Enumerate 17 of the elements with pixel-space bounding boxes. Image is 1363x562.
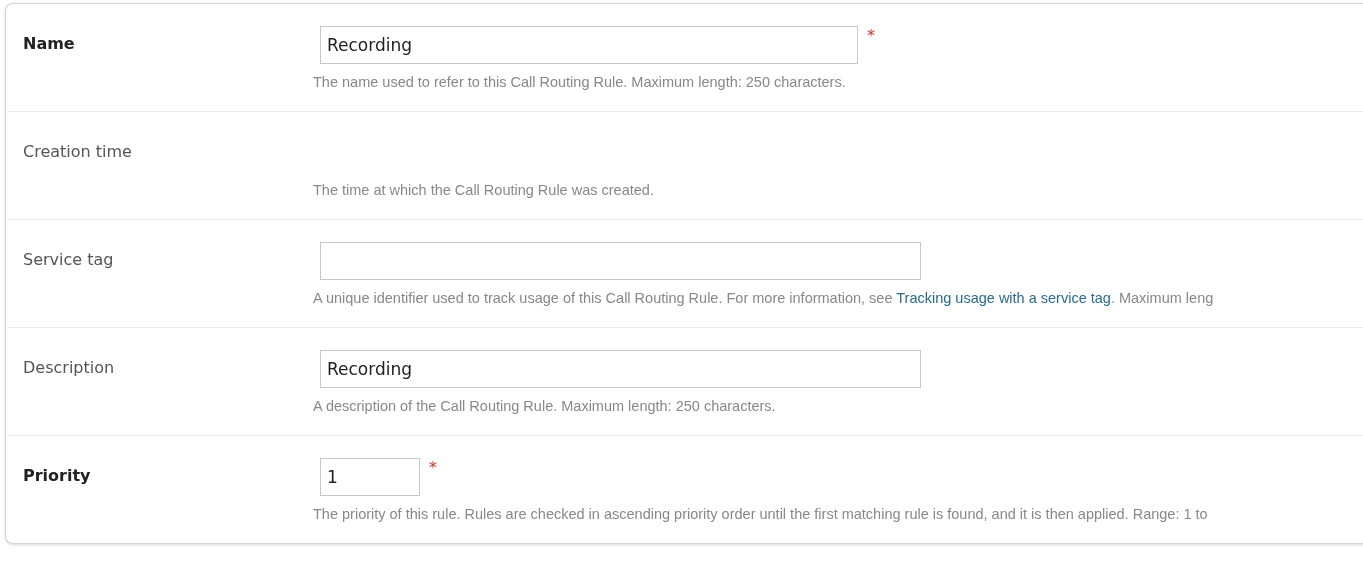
help-text: The time at which the Call Routing Rule was created.: [313, 182, 654, 198]
field-label: Creation time: [22, 141, 133, 163]
field-label: Priority: [22, 465, 92, 487]
help-text: A description of the Call Routing Rule. Maximum length: 250 characters.: [313, 398, 777, 414]
text-field[interactable]: Recording: [320, 26, 858, 64]
help-link[interactable]: Tracking usage with a service tag: [896, 290, 1111, 306]
help-text: A unique identifier used to track usage of this Call Routing Rule. For more information, see Tracking usage with a service tag. Maximum leng: [313, 290, 1214, 306]
field-label: Service tag: [22, 249, 115, 271]
field-label: Name: [22, 33, 76, 55]
required-marker: *: [429, 458, 437, 477]
text-field[interactable]: [320, 242, 921, 280]
text-field[interactable]: Recording: [320, 350, 921, 388]
field-label: Description: [22, 357, 116, 379]
help-text: The name used to refer to this Call Routing Rule. Maximum length: 250 characters.: [313, 74, 847, 90]
text-field[interactable]: 1: [320, 458, 420, 496]
required-marker: *: [867, 26, 875, 45]
help-text: The priority of this rule. Rules are checked in ascending priority order until the first matching rule is found, and it is then applied. Range: 1 to: [313, 506, 1208, 522]
